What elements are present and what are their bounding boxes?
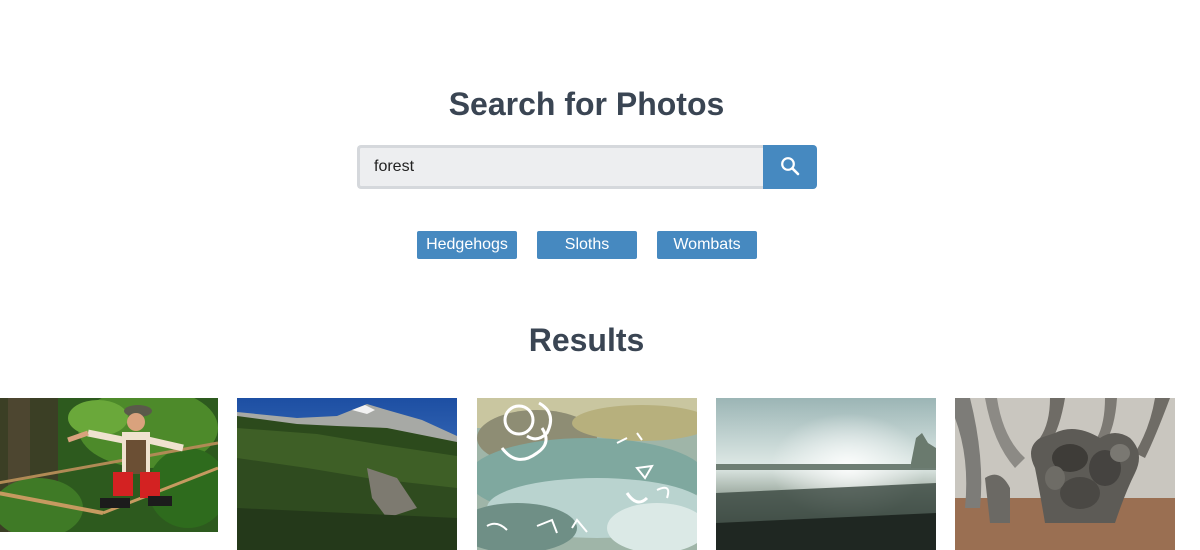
page-title: Search for Photos bbox=[448, 86, 725, 122]
results-title: Results bbox=[528, 322, 645, 358]
photo-mountain-forest-image bbox=[237, 398, 457, 550]
tag-sloths-button[interactable]: Sloths bbox=[537, 231, 637, 259]
photo-misty-field-image bbox=[716, 398, 936, 550]
photo-slackline-image bbox=[0, 398, 218, 532]
result-photo-4[interactable] bbox=[716, 398, 936, 550]
search-form bbox=[357, 145, 817, 189]
result-photo-2[interactable] bbox=[237, 398, 457, 550]
photo-search-page: Search for Photos Hedgehogs Sloths Womba… bbox=[0, 0, 1200, 550]
search-icon bbox=[780, 156, 800, 179]
result-photo-5[interactable] bbox=[955, 398, 1175, 550]
photo-gnarled-trees-image bbox=[955, 398, 1175, 550]
tag-wombats-button[interactable]: Wombats bbox=[657, 231, 757, 259]
tag-hedgehogs-button[interactable]: Hedgehogs bbox=[417, 231, 517, 259]
search-button[interactable] bbox=[763, 145, 817, 189]
photo-stream-image bbox=[477, 398, 697, 550]
search-input[interactable] bbox=[357, 145, 763, 189]
result-photo-3[interactable] bbox=[477, 398, 697, 550]
result-photo-1[interactable] bbox=[0, 398, 218, 532]
